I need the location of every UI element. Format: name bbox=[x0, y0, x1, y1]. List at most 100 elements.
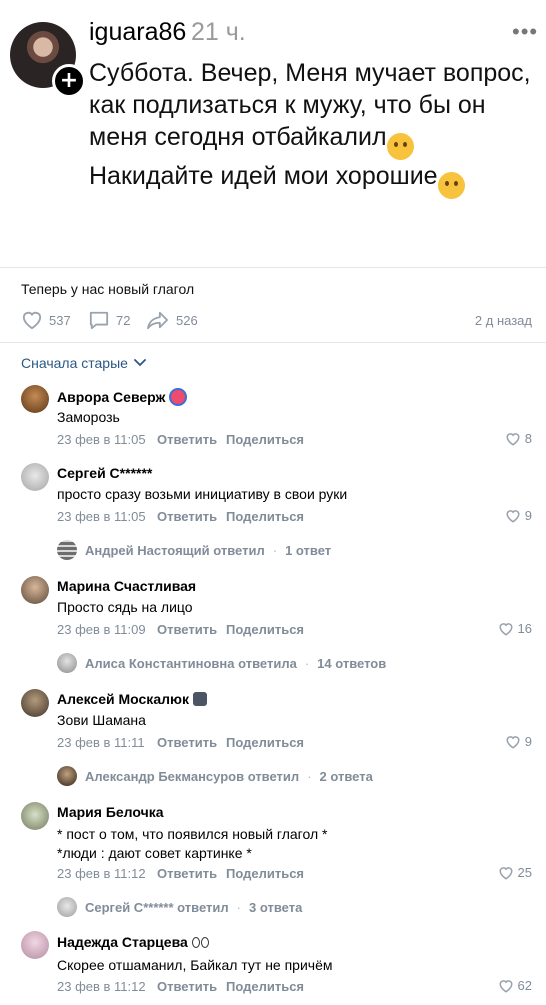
sort-dropdown[interactable]: Сначала старые bbox=[21, 355, 146, 371]
share-comment-button[interactable]: Поделиться bbox=[226, 979, 304, 994]
share-comment-button[interactable]: Поделиться bbox=[226, 735, 304, 750]
comment-avatar[interactable] bbox=[21, 689, 49, 717]
comment-author-name: Алексей Москалюк bbox=[57, 691, 189, 707]
comment-author[interactable]: Марина Счастливая bbox=[57, 578, 196, 594]
comment-like-button[interactable]: 9 bbox=[505, 508, 532, 523]
comment-like-count: 62 bbox=[517, 978, 532, 993]
sticker-badge-icon bbox=[192, 692, 207, 706]
hand-over-mouth-emoji-icon: 🤭 bbox=[386, 133, 414, 160]
comment-text: Просто сядь на лицо bbox=[57, 599, 193, 615]
post-caption: Теперь у нас новый глагол bbox=[21, 281, 195, 297]
comment-avatar[interactable] bbox=[21, 576, 49, 604]
separator-dot: · bbox=[307, 768, 312, 784]
comment-text: Зови Шамана bbox=[57, 712, 146, 728]
reply-author: Сергей С****** ответил bbox=[85, 899, 229, 915]
replies-link[interactable]: Андрей Настоящий ответил · 1 ответ bbox=[57, 540, 331, 560]
comment-text-line-2: *люди : дают совет картинке * bbox=[57, 845, 252, 861]
comment-like-button[interactable]: 16 bbox=[498, 621, 532, 636]
comment-like-button[interactable]: 25 bbox=[498, 865, 532, 880]
share-comment-button[interactable]: Поделиться bbox=[226, 509, 304, 524]
eyes-emoji-icon bbox=[191, 936, 209, 948]
reply-button[interactable]: Ответить bbox=[157, 979, 217, 994]
reply-author: Андрей Настоящий ответил bbox=[85, 542, 265, 558]
comment-time: 23 фев в 11:12 bbox=[57, 979, 146, 994]
comment-time: 23 фев в 11:09 bbox=[57, 622, 146, 637]
comment-time: 23 фев в 11:11 bbox=[57, 735, 145, 750]
reply-avatar bbox=[57, 653, 77, 673]
reply-avatar bbox=[57, 897, 77, 917]
comment-author[interactable]: Алексей Москалюк bbox=[57, 691, 207, 707]
heart-icon bbox=[499, 622, 513, 636]
replies-link[interactable]: Сергей С****** ответил · 3 ответа bbox=[57, 897, 302, 917]
comment-author[interactable]: Аврора Северж bbox=[57, 388, 188, 406]
comment-text-line-1: * пост о том, что появился новый глагол … bbox=[57, 826, 328, 842]
separator-dot: · bbox=[272, 542, 278, 558]
comment-count: 72 bbox=[116, 312, 131, 328]
heart-icon bbox=[499, 866, 513, 880]
reply-count: 1 ответ bbox=[285, 542, 332, 558]
heart-icon bbox=[506, 509, 520, 523]
post-date: 2 д назад bbox=[474, 313, 532, 328]
comment-like-count: 16 bbox=[517, 621, 532, 636]
comment-like-count: 9 bbox=[524, 734, 532, 749]
share-comment-button[interactable]: Поделиться bbox=[226, 432, 304, 447]
comment-author-name: Надежда Старцева bbox=[57, 934, 188, 950]
reply-button[interactable]: Ответить bbox=[157, 735, 217, 750]
post-text: Суббота. Вечер, Меня мучает вопрос, как … bbox=[89, 57, 539, 199]
share-arrow-icon bbox=[147, 311, 168, 330]
comment-like-button[interactable]: 9 bbox=[505, 734, 532, 749]
comment-avatar[interactable] bbox=[21, 931, 49, 959]
like-button[interactable]: 537 bbox=[21, 310, 71, 330]
replies-link[interactable]: Алиса Константиновна ответила · 14 ответ… bbox=[57, 653, 386, 673]
sort-label: Сначала старые bbox=[21, 355, 128, 371]
sweat-smile-emoji-icon: 😅 bbox=[437, 172, 465, 199]
divider bbox=[0, 342, 546, 343]
follow-plus-icon[interactable]: + bbox=[52, 64, 86, 98]
comment-author-name: Аврора Северж bbox=[57, 389, 166, 405]
like-count: 537 bbox=[49, 312, 71, 328]
comment-button[interactable]: 72 bbox=[88, 310, 130, 330]
comment-like-button[interactable]: 62 bbox=[498, 978, 532, 993]
heart-icon bbox=[499, 979, 513, 993]
reply-author: Александр Бекмансуров ответил bbox=[85, 768, 300, 784]
reply-button[interactable]: Ответить bbox=[157, 622, 217, 637]
reply-button[interactable]: Ответить bbox=[157, 432, 217, 447]
heart-icon bbox=[506, 735, 520, 749]
sticker-badge-icon bbox=[169, 388, 188, 406]
comment-time: 23 фев в 11:05 bbox=[57, 432, 146, 447]
comment-avatar[interactable] bbox=[21, 463, 49, 491]
divider bbox=[0, 267, 546, 268]
share-button[interactable]: 526 bbox=[146, 310, 198, 330]
comment-like-count: 25 bbox=[517, 865, 532, 880]
heart-icon bbox=[506, 432, 520, 446]
comment-author[interactable]: Сергей С****** bbox=[57, 465, 152, 481]
separator-dot: · bbox=[304, 655, 310, 671]
comment-author-name: Мария Белочка bbox=[57, 804, 164, 820]
post-author-name[interactable]: iguara86 bbox=[89, 18, 186, 47]
reply-button[interactable]: Ответить bbox=[157, 866, 217, 881]
reply-author: Алиса Константиновна ответила bbox=[85, 655, 297, 671]
comment-like-count: 8 bbox=[524, 431, 532, 446]
separator-dot: · bbox=[236, 899, 241, 915]
comment-time: 23 фев в 11:12 bbox=[57, 866, 146, 881]
reply-avatar bbox=[57, 766, 77, 786]
post-text-part1: Суббота. Вечер, Меня мучает вопрос, как … bbox=[89, 59, 531, 151]
heart-icon bbox=[22, 311, 42, 330]
embedded-post: + iguara86 21 ч. ••• Суббота. Вечер, Мен… bbox=[0, 0, 546, 266]
share-comment-button[interactable]: Поделиться bbox=[226, 622, 304, 637]
post-time: 21 ч. bbox=[191, 18, 246, 46]
reply-button[interactable]: Ответить bbox=[157, 509, 217, 524]
share-count: 526 bbox=[176, 312, 198, 328]
post-text-part2: Накидайте идей мои хорошие bbox=[89, 162, 438, 190]
share-comment-button[interactable]: Поделиться bbox=[226, 866, 304, 881]
comment-author-name: Марина Счастливая bbox=[57, 578, 197, 594]
comment-like-button[interactable]: 8 bbox=[505, 431, 532, 446]
replies-link[interactable]: Александр Бекмансуров ответил · 2 ответа bbox=[57, 766, 373, 786]
comment-author[interactable]: Надежда Старцева bbox=[57, 934, 209, 950]
comment-icon bbox=[89, 311, 109, 330]
comment-avatar[interactable] bbox=[21, 802, 49, 830]
comment-author[interactable]: Мария Белочка bbox=[57, 804, 164, 820]
comment-avatar[interactable] bbox=[21, 385, 49, 413]
reply-count: 14 ответов bbox=[317, 655, 387, 671]
more-options-icon[interactable]: ••• bbox=[512, 19, 538, 45]
